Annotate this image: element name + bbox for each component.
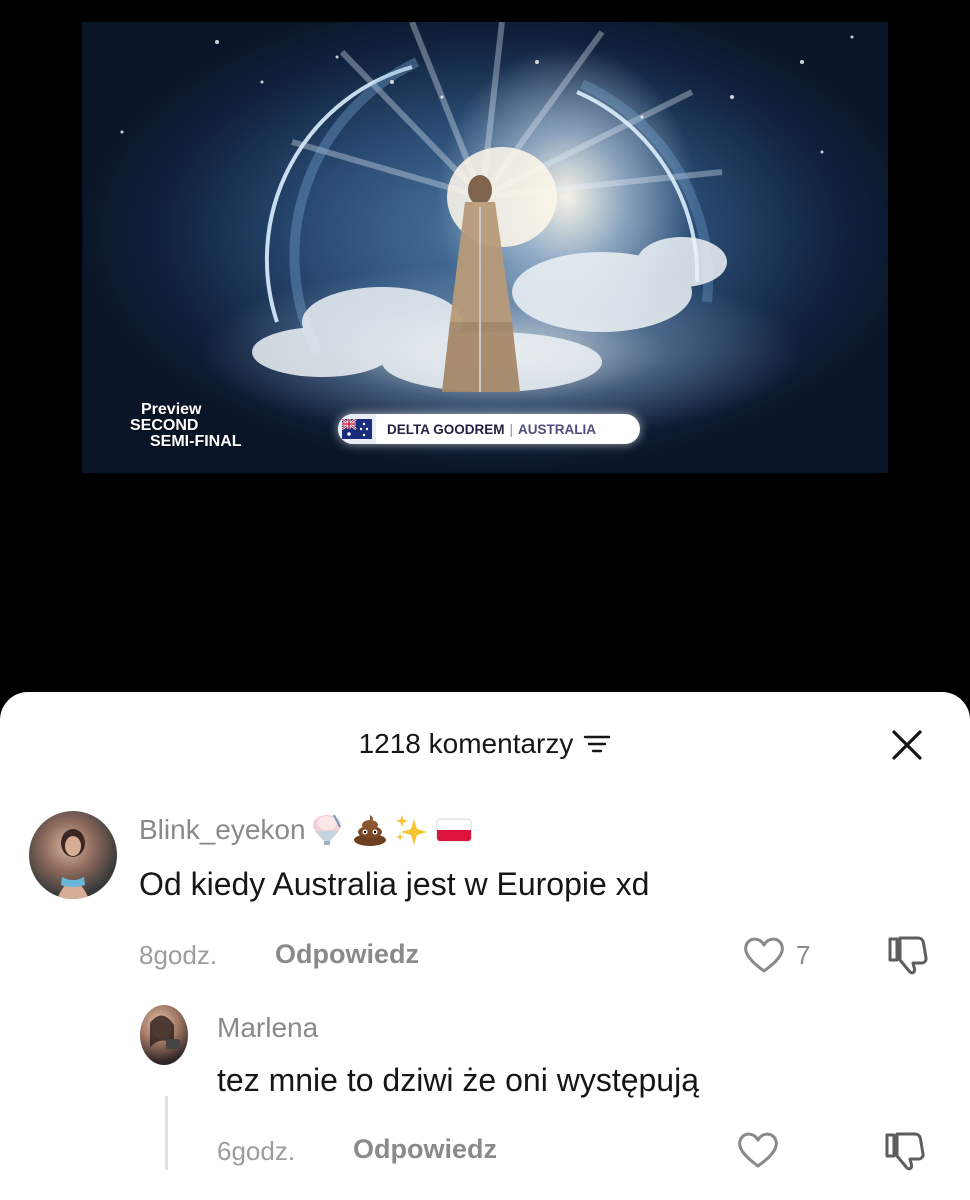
overlay-second-label: SECOND [130, 417, 199, 434]
like-count: 7 [796, 939, 811, 970]
comment-count-label: 1218 komentarzy [358, 728, 574, 759]
reply-time: 6godz. [217, 1136, 296, 1166]
filter-sort-icon[interactable] [583, 733, 611, 755]
poop-emoji [353, 815, 386, 846]
australia-flag-icon [338, 414, 376, 444]
username-text: Blink_eyekon [139, 814, 306, 845]
comment-time: 8godz. [139, 940, 218, 970]
avatar[interactable] [140, 1005, 188, 1065]
overlay-preview-label: Preview [141, 401, 202, 418]
sparkles-emoji [395, 815, 427, 845]
reply-button[interactable]: Odpowiedz [353, 1134, 497, 1165]
thumbs-down-icon [885, 1132, 925, 1171]
dislike-button[interactable] [883, 1128, 929, 1177]
reply-username[interactable]: Marlena [217, 1012, 318, 1044]
artist-name: DELTA GOODREM [387, 421, 505, 437]
reply-text: tez mnie to dziwi że oni występują [217, 1062, 699, 1098]
heart-icon [744, 937, 784, 973]
artist-separator: | [509, 421, 514, 437]
comments-header: 1218 komentarzy [0, 722, 970, 766]
thread-line [165, 1096, 168, 1170]
overlay-semifinal-label: SEMI-FINAL [150, 433, 242, 450]
episode-overlay: Preview SECOND SEMI-FINAL [130, 402, 260, 450]
shaved-ice-emoji [312, 814, 341, 845]
avatar[interactable] [29, 811, 117, 899]
username-emojis [310, 813, 472, 847]
video-player[interactable]: Preview SECOND SEMI-FINAL DELTA GOODREM … [82, 22, 888, 473]
like-button[interactable]: 7 [742, 935, 810, 975]
artist-lower-third: DELTA GOODREM | AUSTRALIA [338, 414, 640, 444]
reply-button[interactable]: Odpowiedz [275, 939, 419, 970]
artist-country: AUSTRALIA [518, 421, 597, 437]
heart-icon [738, 1132, 778, 1168]
comment-username[interactable]: Blink_eyekon [139, 813, 472, 847]
close-icon[interactable] [890, 728, 924, 762]
like-button[interactable] [736, 1130, 780, 1170]
poland-flag-emoji [436, 818, 472, 842]
thumbs-down-icon [888, 936, 928, 975]
dislike-button[interactable] [886, 932, 932, 981]
comment-text: Od kiedy Australia jest w Europie xd [139, 866, 650, 902]
